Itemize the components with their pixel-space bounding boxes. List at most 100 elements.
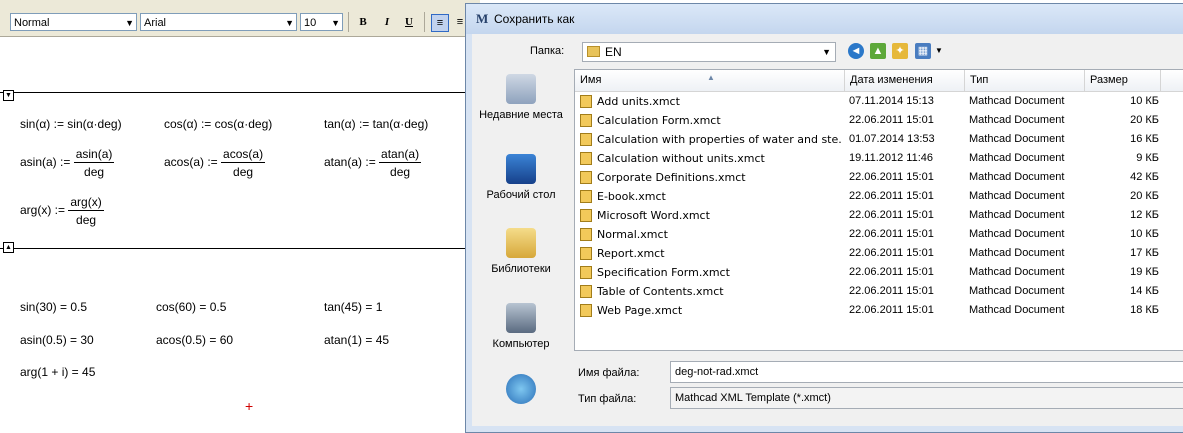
file-size: 9 КБ [1136,152,1159,164]
def-sin[interactable]: sin(α) := sin(α·deg) [20,117,122,131]
result-atan[interactable]: atan(1) = 45 [324,333,389,347]
region-boundary-bottom [0,248,470,249]
folder-select[interactable]: EN ▼ [582,42,836,62]
file-size: 20 КБ [1130,114,1159,126]
file-size: 20 КБ [1130,190,1159,202]
result-cos[interactable]: cos(60) = 0.5 [156,300,226,314]
file-type: Mathcad Document [969,304,1065,316]
def-acos[interactable]: acos(a) := acos(a) deg [164,147,266,179]
file-row[interactable]: Specification Form.xmct 22.06.2011 15:01 M… [575,263,1183,282]
denominator: deg [84,165,105,179]
place-network[interactable] [472,374,570,408]
dialog-titlebar[interactable]: M Сохранить как [466,4,1183,34]
result-arg[interactable]: arg(1 + i) = 45 [20,365,95,379]
result-asin[interactable]: asin(0.5) = 30 [20,333,94,347]
def-tan[interactable]: tan(α) := tan(α·deg) [324,117,428,131]
numerator: acos(a) [221,147,266,163]
column-header-name[interactable]: Имя ▲ [575,70,845,91]
file-name: Calculation without units.xmct [597,152,765,165]
file-row[interactable]: Report.xmct 22.06.2011 15:01 Mathcad Docum… [575,244,1183,263]
file-row[interactable]: Calculation Form.xmct 22.06.2011 15:01 Mat… [575,111,1183,130]
column-header-date[interactable]: Дата изменения [845,70,965,91]
file-name: Normal.xmct [597,228,668,241]
filename-label: Имя файла: [578,367,640,379]
xmct-file-icon [580,95,592,108]
save-as-dialog: M Сохранить как Папка: EN ▼ ◄ ▲ ✦ ▦ ▼ Не… [465,3,1183,433]
computer-icon [506,303,536,333]
filetype-select[interactable]: Mathcad XML Template (*.xmct) [670,387,1183,409]
file-type: Mathcad Document [969,95,1065,107]
file-date: 22.06.2011 15:01 [849,114,934,126]
result-acos[interactable]: acos(0.5) = 60 [156,333,233,347]
back-icon[interactable]: ◄ [848,43,864,59]
view-menu-icon[interactable]: ▦ [915,43,931,59]
file-size: 12 КБ [1130,209,1159,221]
def-arg[interactable]: arg(x) := arg(x) deg [20,195,104,227]
def-cos[interactable]: cos(α) := cos(α·deg) [164,117,272,131]
file-list[interactable]: Имя ▲ Дата изменения Тип Размер Add unit… [574,69,1183,351]
file-date: 22.06.2011 15:01 [849,266,934,278]
place-desktop[interactable]: Рабочий стол [472,154,570,203]
file-date: 01.07.2014 13:53 [849,133,935,145]
file-row[interactable]: Normal.xmct 22.06.2011 15:01 Mathcad Docum… [575,225,1183,244]
view-menu-chevron-icon[interactable]: ▼ [931,43,947,59]
def-atan[interactable]: atan(a) := atan(a) deg [324,147,422,179]
file-row[interactable]: Microsoft Word.xmct 22.06.2011 15:01 Mathc… [575,206,1183,225]
places-bar: Недавние места Рабочий стол Библиотеки К… [472,70,570,426]
file-row[interactable]: Calculation without units.xmct 19.11.2012… [575,149,1183,168]
font-select-value: Arial [144,17,167,29]
column-header-type[interactable]: Тип [965,70,1085,91]
up-folder-icon[interactable]: ▲ [870,43,886,59]
result-tan[interactable]: tan(45) = 1 [324,300,382,314]
worksheet[interactable]: ▼ sin(α) := sin(α·deg) cos(α) := cos(α·d… [0,37,470,430]
file-row[interactable]: Add units.xmct 07.11.2014 15:13 Mathcad Do… [575,92,1183,111]
def-asin[interactable]: asin(a) := asin(a) deg [20,147,115,179]
italic-button[interactable]: I [379,14,395,30]
file-row[interactable]: Corporate Definitions.xmct 22.06.2011 15:… [575,168,1183,187]
file-type: Mathcad Document [969,133,1065,145]
file-row[interactable]: Calculation with properties of water and… [575,130,1183,149]
new-folder-icon[interactable]: ✦ [892,43,908,59]
file-date: 22.06.2011 15:01 [849,228,934,240]
file-row[interactable]: Table of Contents.xmct 22.06.2011 15:01 Ma… [575,282,1183,301]
def-atan-lhs: atan(a) := [324,155,376,170]
file-size: 10 КБ [1130,228,1159,240]
file-row[interactable]: E-book.xmct 22.06.2011 15:01 Mathcad Docum… [575,187,1183,206]
chevron-down-icon: ▼ [331,18,340,28]
place-computer[interactable]: Компьютер [472,303,570,352]
file-date: 22.06.2011 15:01 [849,209,934,221]
align-left-icon[interactable]: ≡ [431,14,449,32]
file-row[interactable]: Web Page.xmct 22.06.2011 15:01 Mathcad Doc… [575,301,1183,320]
file-name: Report.xmct [597,247,665,260]
folder-label: Папка: [530,45,565,57]
font-size-value: 10 [304,17,317,29]
file-name: Web Page.xmct [597,304,683,317]
font-select[interactable]: Arial ▼ [140,13,297,31]
formatting-toolbar: Normal ▼ Arial ▼ 10 ▼ B I U ≡ ≡ [0,0,480,37]
xmct-file-icon [580,247,592,260]
xmct-file-icon [580,266,592,279]
collapse-area-toggle-bottom[interactable]: ▲ [3,242,14,253]
toolbar-separator [424,12,425,32]
collapse-area-toggle-top[interactable]: ▼ [3,90,14,101]
file-size: 42 КБ [1130,171,1159,183]
denominator: deg [390,165,411,179]
file-date: 22.06.2011 15:01 [849,247,934,259]
bold-button[interactable]: B [355,14,371,30]
underline-button[interactable]: U [401,14,417,30]
file-size: 18 КБ [1130,304,1159,316]
place-libraries[interactable]: Библиотеки [472,228,570,277]
xmct-file-icon [580,133,592,146]
place-label: Рабочий стол [486,189,556,201]
column-header-size[interactable]: Размер [1085,70,1161,91]
filename-input[interactable]: deg-not-rad.xmct [670,361,1183,383]
place-recent[interactable]: Недавние места [472,74,570,123]
font-size-select[interactable]: 10 ▼ [300,13,343,31]
style-select[interactable]: Normal ▼ [10,13,137,31]
file-name: Corporate Definitions.xmct [597,171,746,184]
xmct-file-icon [580,114,592,127]
file-name: Specification Form.xmct [597,266,730,279]
result-sin[interactable]: sin(30) = 0.5 [20,300,87,314]
file-size: 19 КБ [1130,266,1159,278]
fraction: acos(a) deg [221,147,266,179]
